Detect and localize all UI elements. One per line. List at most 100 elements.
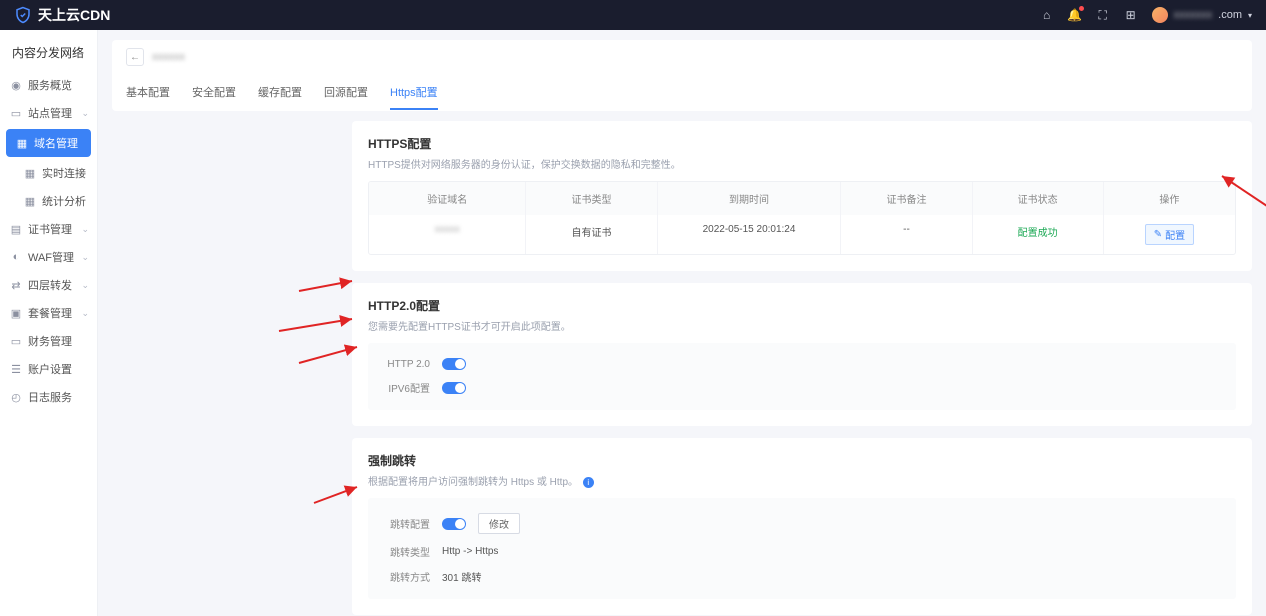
http2-title: HTTP2.0配置 bbox=[368, 297, 1236, 314]
cert-table-head: 验证域名 证书类型 到期时间 证书备注 证书状态 操作 bbox=[369, 182, 1235, 215]
redirect-toggle[interactable] bbox=[442, 518, 466, 530]
https-desc: HTTPS提供对网络服务器的身份认证，保护交换数据的隐私和完整性。 bbox=[368, 156, 1236, 171]
side-item-overview[interactable]: ◉服务概览 bbox=[0, 71, 97, 99]
annotation-arrow bbox=[277, 313, 357, 340]
side-item-finance[interactable]: ▭财务管理 bbox=[0, 327, 97, 355]
shield-icon bbox=[14, 6, 32, 24]
cell-domain: xxxxx bbox=[369, 215, 526, 254]
bell-icon[interactable]: 🔔 bbox=[1068, 8, 1082, 22]
side-item-domain[interactable]: ▦域名管理 bbox=[6, 129, 91, 157]
modify-button[interactable]: 修改 bbox=[478, 513, 520, 534]
configure-button[interactable]: ✎配置 bbox=[1145, 224, 1194, 245]
sidebar-title: 内容分发网络 bbox=[0, 38, 97, 71]
avatar bbox=[1152, 7, 1168, 23]
fullscreen-icon[interactable]: ⛶ bbox=[1096, 8, 1110, 22]
chevron-down-icon: ⌄ bbox=[81, 308, 89, 319]
waf-icon: ◐ bbox=[10, 251, 22, 263]
col-status: 证书状态 bbox=[973, 182, 1104, 215]
page-header-card: ← xxxxxx 基本配置 安全配置 缓存配置 回源配置 Https配置 bbox=[112, 40, 1252, 111]
cell-remark: -- bbox=[841, 215, 972, 254]
redirect-type-label: 跳转类型 bbox=[382, 544, 430, 559]
cert-table-row: xxxxx 自有证书 2022-05-15 20:01:24 -- 配置成功 ✎… bbox=[369, 215, 1235, 254]
user-menu[interactable]: xxxxxxx .com ▾ bbox=[1152, 7, 1252, 23]
https-title: HTTPS配置 bbox=[368, 135, 1236, 152]
ipv6-toggle[interactable] bbox=[442, 382, 466, 394]
chevron-down-icon: ▾ bbox=[1248, 11, 1252, 20]
annotation-arrow bbox=[297, 277, 357, 300]
tab-basic[interactable]: 基本配置 bbox=[126, 76, 170, 110]
back-button[interactable]: ← bbox=[126, 48, 144, 66]
redirect-config-label: 跳转配置 bbox=[382, 516, 430, 531]
log-icon: ◴ bbox=[10, 391, 22, 404]
section-redirect: 强制跳转 根据配置将用户访问强制跳转为 Https 或 Http。 i 跳转配置… bbox=[352, 438, 1252, 615]
col-action: 操作 bbox=[1104, 182, 1235, 215]
side-item-waf[interactable]: ◐WAF管理⌄ bbox=[0, 243, 97, 271]
main: ← xxxxxx 基本配置 安全配置 缓存配置 回源配置 Https配置 HTT… bbox=[98, 30, 1266, 616]
redirect-method-value: 301 跳转 bbox=[442, 569, 481, 584]
topbar-icons: ⌂ 🔔 ⛶ ⊞ xxxxxxx .com ▾ bbox=[1040, 7, 1252, 23]
redirect-title: 强制跳转 bbox=[368, 452, 1236, 469]
tab-security[interactable]: 安全配置 bbox=[192, 76, 236, 110]
topbar: 天上云CDN ⌂ 🔔 ⛶ ⊞ xxxxxxx .com ▾ bbox=[0, 0, 1266, 30]
ipv6-label: IPV6配置 bbox=[382, 380, 430, 395]
annotation-arrow bbox=[312, 483, 362, 510]
plan-icon: ▣ bbox=[10, 307, 22, 320]
section-http2: HTTP2.0配置 您需要先配置HTTPS证书才可开启此项配置。 HTTP 2.… bbox=[352, 283, 1252, 426]
cert-table: 验证域名 证书类型 到期时间 证书备注 证书状态 操作 xxxxx 自有证书 2… bbox=[368, 181, 1236, 255]
redirect-type-value: Http -> Https bbox=[442, 546, 498, 557]
edit-icon: ✎ bbox=[1154, 229, 1162, 240]
user-domain: .com bbox=[1218, 9, 1242, 21]
info-icon[interactable]: i bbox=[583, 477, 594, 488]
side-item-realtime[interactable]: ▦实时连接 bbox=[0, 159, 97, 187]
tab-origin[interactable]: 回源配置 bbox=[324, 76, 368, 110]
col-type: 证书类型 bbox=[526, 182, 657, 215]
home-icon[interactable]: ⌂ bbox=[1040, 8, 1054, 22]
l4-icon: ⇄ bbox=[10, 279, 22, 292]
realtime-icon: ▦ bbox=[24, 167, 36, 180]
cell-action: ✎配置 bbox=[1104, 215, 1235, 254]
side-item-stats[interactable]: ▦统计分析 bbox=[0, 187, 97, 215]
cell-status: 配置成功 bbox=[973, 215, 1104, 254]
annotation-arrow bbox=[297, 343, 362, 370]
side-item-l4[interactable]: ⇄四层转发⌄ bbox=[0, 271, 97, 299]
col-remark: 证书备注 bbox=[841, 182, 972, 215]
finance-icon: ▭ bbox=[10, 335, 22, 348]
redirect-panel: 跳转配置 修改 跳转类型 Http -> Https 跳转方式 301 跳转 bbox=[368, 498, 1236, 599]
chevron-down-icon: ⌄ bbox=[81, 224, 89, 235]
cell-type: 自有证书 bbox=[526, 215, 657, 254]
brand-text: 天上云CDN bbox=[38, 5, 110, 25]
redirect-method-label: 跳转方式 bbox=[382, 569, 430, 584]
apps-icon[interactable]: ⊞ bbox=[1124, 8, 1138, 22]
cert-icon: ▤ bbox=[10, 223, 22, 236]
chevron-down-icon: ⌄ bbox=[81, 108, 89, 119]
dashboard-icon: ◉ bbox=[10, 79, 22, 92]
config-tabs: 基本配置 安全配置 缓存配置 回源配置 Https配置 bbox=[126, 76, 1238, 111]
col-domain: 验证域名 bbox=[369, 182, 526, 215]
col-expire: 到期时间 bbox=[658, 182, 842, 215]
content: HTTPS配置 HTTPS提供对网络服务器的身份认证，保护交换数据的隐私和完整性… bbox=[352, 121, 1252, 616]
tab-https[interactable]: Https配置 bbox=[390, 76, 438, 110]
site-icon: ▭ bbox=[10, 107, 22, 120]
domain-name: xxxxxx bbox=[152, 51, 185, 63]
side-item-account[interactable]: ☰账户设置 bbox=[0, 355, 97, 383]
http2-panel: HTTP 2.0 IPV6配置 bbox=[368, 343, 1236, 410]
http2-toggle[interactable] bbox=[442, 358, 466, 370]
brand: 天上云CDN bbox=[14, 5, 110, 25]
cell-expire: 2022-05-15 20:01:24 bbox=[658, 215, 842, 254]
side-item-plan[interactable]: ▣套餐管理⌄ bbox=[0, 299, 97, 327]
side-item-cert[interactable]: ▤证书管理⌄ bbox=[0, 215, 97, 243]
side-item-site[interactable]: ▭站点管理⌄ bbox=[0, 99, 97, 127]
tab-cache[interactable]: 缓存配置 bbox=[258, 76, 302, 110]
chevron-down-icon: ⌄ bbox=[81, 280, 89, 291]
account-icon: ☰ bbox=[10, 363, 22, 376]
http2-label: HTTP 2.0 bbox=[382, 359, 430, 370]
redirect-desc: 根据配置将用户访问强制跳转为 Https 或 Http。 i bbox=[368, 473, 1236, 488]
side-item-log[interactable]: ◴日志服务 bbox=[0, 383, 97, 411]
domain-icon: ▦ bbox=[16, 137, 28, 150]
user-name: xxxxxxx bbox=[1174, 9, 1213, 21]
chevron-down-icon: ⌄ bbox=[81, 252, 89, 263]
sidebar: 内容分发网络 ◉服务概览 ▭站点管理⌄ ▦域名管理 ▦实时连接 ▦统计分析 ▤证… bbox=[0, 30, 98, 616]
http2-desc: 您需要先配置HTTPS证书才可开启此项配置。 bbox=[368, 318, 1236, 333]
section-https: HTTPS配置 HTTPS提供对网络服务器的身份认证，保护交换数据的隐私和完整性… bbox=[352, 121, 1252, 271]
stats-icon: ▦ bbox=[24, 195, 36, 208]
